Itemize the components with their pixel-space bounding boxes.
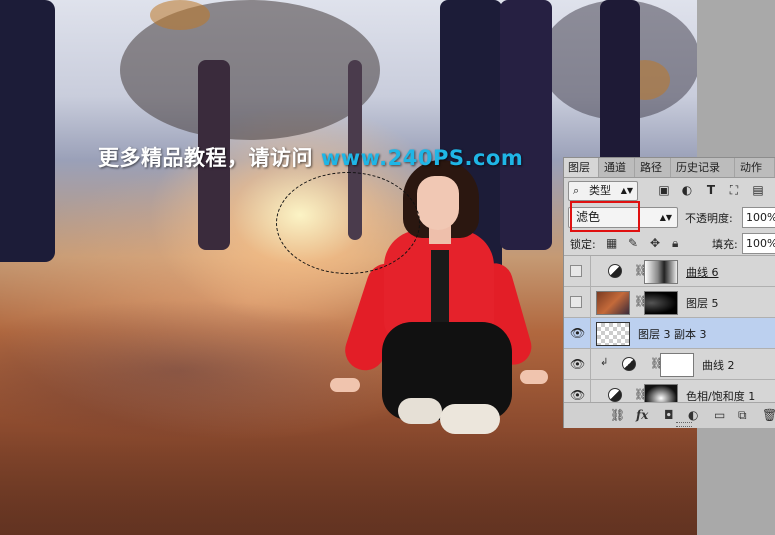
fill-label: 填充: <box>712 238 738 251</box>
visibility-toggle-off[interactable] <box>570 296 582 308</box>
person-hand <box>520 370 548 384</box>
layer-thumbnail[interactable] <box>596 322 630 346</box>
layer-name[interactable]: 图层 5 <box>686 295 719 311</box>
type-filter-icon[interactable]: T <box>704 183 718 197</box>
opacity-input[interactable]: 100% <box>742 207 775 228</box>
fx-icon[interactable]: fx <box>636 408 648 422</box>
visibility-toggle-off[interactable] <box>570 265 582 277</box>
person-hand <box>330 378 360 392</box>
link-icon[interactable]: ⛓ <box>610 408 625 422</box>
tab-paths[interactable]: 路径 <box>636 158 671 177</box>
lock-transparency-icon[interactable]: ▦ <box>606 236 617 250</box>
divider <box>590 318 591 348</box>
layer-mask-thumbnail[interactable] <box>660 353 694 377</box>
tab-actions[interactable]: 动作 <box>736 158 775 177</box>
filter-kind-label: 类型 <box>589 184 611 197</box>
image-filter-icon[interactable]: ▣ <box>657 183 671 197</box>
watermark-text: 更多精品教程，请访问 <box>98 146 313 170</box>
layer-name[interactable]: 图层 3 副本 3 <box>638 326 707 342</box>
panel-tabs: 图层 通道 路径 历史记录 动作 <box>564 158 775 178</box>
adjustment-icon[interactable]: ◐ <box>688 408 698 422</box>
hue-saturation-adjustment-icon <box>608 388 622 402</box>
tree-trunk <box>500 0 552 250</box>
layer-name[interactable]: 曲线 6 <box>686 264 719 280</box>
eye-icon[interactable]: 👁︎ <box>570 358 585 370</box>
filter-kind-select[interactable]: ⌕ 类型 ▲▼ <box>568 181 638 201</box>
person-shoe <box>398 398 442 424</box>
tab-layers[interactable]: 图层 <box>564 158 599 177</box>
eye-icon[interactable]: 👁︎ <box>570 327 585 339</box>
layer-name[interactable]: 曲线 2 <box>702 357 735 373</box>
red-highlight-box <box>570 201 640 232</box>
adjustment-filter-icon[interactable]: ◐ <box>680 183 694 197</box>
elliptical-selection[interactable] <box>276 172 420 274</box>
updown-arrows-icon: ▲▼ <box>620 186 633 195</box>
watermark: 更多精品教程，请访问 www.240PS.com <box>98 142 523 172</box>
new-layer-icon[interactable]: ⧉ <box>738 408 747 422</box>
black-top <box>431 250 449 330</box>
layer-thumbnail[interactable] <box>596 291 630 315</box>
layer-row[interactable]: ⛓ 图层 5 <box>564 287 775 318</box>
eye-icon[interactable]: 👁︎ <box>570 389 585 401</box>
clipping-arrow-icon: ↲ <box>600 357 609 368</box>
resize-grip[interactable] <box>676 422 692 427</box>
opacity-label: 不透明度: <box>685 212 733 225</box>
layer-mask-thumbnail[interactable] <box>644 291 678 315</box>
ground-leaves <box>0 430 697 535</box>
blend-row: 滤色 ▲▼ 不透明度: 100% <box>564 201 775 232</box>
mask-icon[interactable]: ◘ <box>664 408 674 422</box>
curves-adjustment-icon <box>608 264 622 278</box>
tab-channels[interactable]: 通道 <box>600 158 635 177</box>
tree-trunk <box>0 0 55 262</box>
lock-pixels-brush-icon[interactable]: ✎ <box>628 236 638 250</box>
layers-panel: 图层 通道 路径 历史记录 动作 ⌕ 类型 ▲▼ ▣ ◐ T ⛶ ▤ 滤色 ▲▼… <box>563 157 775 428</box>
watermark-url: www.240PS.com <box>320 146 524 170</box>
divider <box>590 349 591 379</box>
divider <box>590 256 591 286</box>
lock-position-move-icon[interactable]: ✥ <box>650 236 660 250</box>
layer-row-selected[interactable]: 👁︎ 图层 3 副本 3 <box>564 318 775 349</box>
trash-icon[interactable]: 🗑︎ <box>762 408 775 422</box>
layer-mask-thumbnail[interactable] <box>644 260 678 284</box>
search-icon: ⌕ <box>573 184 580 197</box>
smart-object-filter-icon[interactable]: ▤ <box>751 183 765 197</box>
person-face <box>417 176 459 230</box>
divider <box>590 287 591 317</box>
lock-row: 锁定: ▦ ✎ ✥ 🔒︎ 填充: 100% <box>564 231 775 256</box>
autumn-leaves <box>150 0 210 30</box>
panel-bottom-bar: ⛓ fx ◘ ◐ ▭ ⧉ 🗑︎ <box>564 402 775 428</box>
updown-arrows-icon: ▲▼ <box>659 213 672 222</box>
layer-row[interactable]: ⛓ 曲线 6 <box>564 256 775 287</box>
curves-adjustment-icon <box>622 357 636 371</box>
lock-all-icon[interactable]: 🔒︎ <box>672 236 678 250</box>
fill-input[interactable]: 100% <box>742 233 775 254</box>
group-folder-icon[interactable]: ▭ <box>714 408 725 422</box>
layer-row[interactable]: 👁︎ ↲ ⛓ 曲线 2 <box>564 349 775 380</box>
person-shoe <box>440 404 500 434</box>
shape-filter-icon[interactable]: ⛶ <box>727 183 741 197</box>
lock-label: 锁定: <box>570 238 596 251</box>
tab-history[interactable]: 历史记录 <box>672 158 735 177</box>
